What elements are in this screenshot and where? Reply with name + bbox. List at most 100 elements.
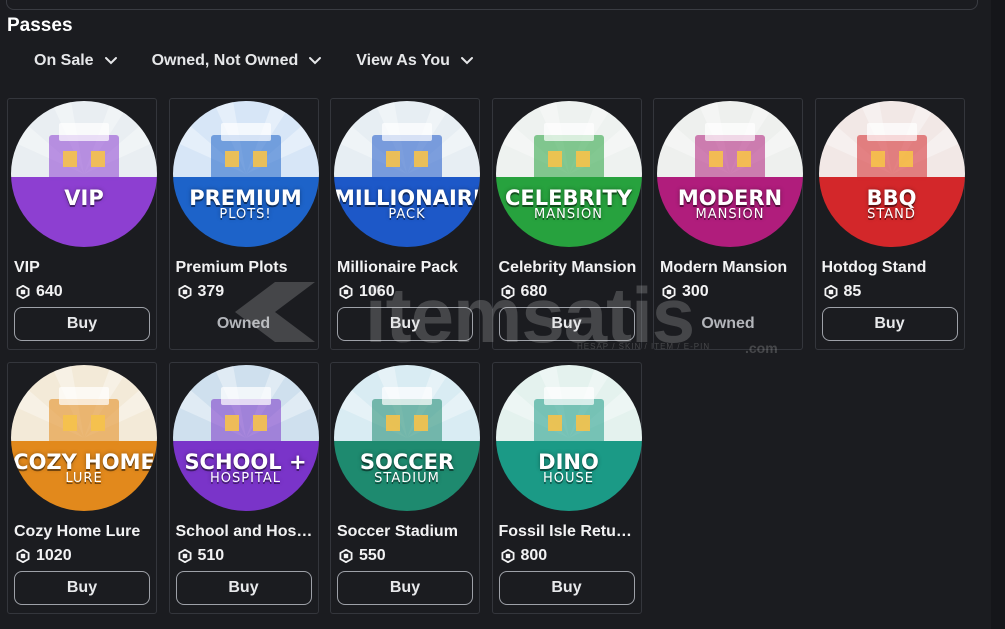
pass-card[interactable]: MODERN MANSION Modern Mansion 300 Owned (653, 98, 803, 350)
pass-art-title: CELEBRITY (504, 185, 632, 210)
pass-thumbnail[interactable]: DINO HOUSE (495, 365, 642, 511)
filter-label: On Sale (34, 52, 94, 69)
pass-name[interactable]: Soccer Stadium (337, 523, 475, 541)
robux-icon (662, 285, 676, 299)
owned-label: Owned (216, 315, 271, 332)
pass-name[interactable]: Hotdog Stand (822, 259, 960, 277)
pass-card[interactable]: SCHOOL + HOSPITAL School and Hosp... 510… (168, 362, 319, 614)
pass-price: 510 (178, 547, 224, 565)
scrollbar-track[interactable] (991, 0, 1005, 629)
chevron-down-icon (460, 57, 473, 65)
robux-icon (339, 549, 353, 563)
pass-name[interactable]: Cozy Home Lure (14, 523, 152, 541)
pass-price-value: 1060 (359, 283, 395, 300)
pass-art-title: VIP (64, 185, 104, 210)
pass-art-title: SOCCER (359, 449, 455, 474)
robux-icon (501, 549, 514, 563)
pass-price: 680 (501, 283, 548, 301)
buy-button[interactable]: Buy (498, 307, 635, 341)
robux-icon (178, 549, 191, 563)
pass-art-subtitle: STADIUM (374, 470, 440, 486)
pass-thumbnail[interactable]: CELEBRITY MANSION (495, 101, 642, 247)
pass-thumbnail[interactable]: SOCCER STADIUM (334, 365, 480, 511)
pass-art-subtitle: HOUSE (543, 470, 594, 486)
robux-icon (178, 285, 191, 299)
buy-button[interactable]: Buy (175, 571, 312, 605)
pass-art-title: COZY HOME (13, 449, 155, 474)
pass-price: 379 (178, 283, 224, 301)
pass-art-icon (495, 101, 642, 181)
pass-thumbnail[interactable]: MILLIONAIRE PACK (334, 101, 480, 247)
pass-thumbnail[interactable]: BBQ STAND (818, 101, 965, 247)
pass-art-icon (818, 101, 965, 181)
pass-price: 1060 (339, 283, 395, 301)
pass-art-subtitle: MANSION (534, 206, 603, 222)
pass-art-icon (334, 365, 480, 445)
pass-price-value: 1020 (36, 547, 72, 564)
pass-thumbnail[interactable]: VIP (11, 101, 157, 247)
buy-button[interactable]: Buy (821, 307, 958, 341)
robux-icon (339, 285, 353, 299)
pass-price-value: 550 (359, 547, 386, 564)
pass-art-title: MILLIONAIRE (334, 185, 480, 210)
section-title: Passes (7, 15, 73, 36)
pass-art-title: DINO (538, 449, 599, 474)
pass-art-icon (334, 101, 480, 181)
pass-thumbnail[interactable]: PREMIUM PLOTS! (172, 101, 319, 247)
robux-icon (824, 285, 837, 299)
pass-art-subtitle: PACK (388, 206, 426, 222)
pass-price-value: 300 (682, 283, 709, 300)
pass-name[interactable]: Millionaire Pack (337, 259, 475, 277)
filter-view-as[interactable]: View As You (356, 52, 474, 70)
pass-art-title: BBQ (866, 185, 917, 210)
pass-card[interactable]: VIP VIP 640 Buy (7, 98, 157, 350)
filter-ownership[interactable]: Owned, Not Owned (152, 52, 323, 70)
pass-card[interactable]: COZY HOME LURE Cozy Home Lure 1020 Buy (7, 362, 157, 614)
pass-card[interactable]: SOCCER STADIUM Soccer Stadium 550 Buy (330, 362, 480, 614)
buy-button[interactable]: Buy (14, 307, 150, 341)
pass-name[interactable]: Fossil Isle Return... (499, 523, 637, 541)
pass-thumbnail[interactable]: COZY HOME LURE (11, 365, 157, 511)
pass-card[interactable]: MILLIONAIRE PACK Millionaire Pack 1060 Bu… (330, 98, 480, 350)
robux-icon (501, 285, 514, 299)
pass-thumbnail[interactable]: MODERN MANSION (657, 101, 803, 247)
pass-price: 800 (501, 547, 548, 565)
pass-card[interactable]: BBQ STAND Hotdog Stand 85 Buy (814, 98, 965, 350)
pass-price-value: 800 (520, 547, 548, 564)
pass-art-icon (11, 101, 157, 181)
chevron-down-icon (104, 57, 117, 65)
pass-art-icon (657, 101, 803, 181)
pass-art-title: MODERN (677, 185, 783, 210)
owned-label: Owned (701, 315, 755, 332)
pass-card[interactable]: PREMIUM PLOTS! Premium Plots 379 Owned (168, 98, 319, 350)
pass-thumbnail[interactable]: SCHOOL + HOSPITAL (172, 365, 319, 511)
pass-art-subtitle: MANSION (695, 206, 765, 222)
filter-on-sale[interactable]: On Sale (34, 52, 118, 70)
buy-button[interactable]: Buy (337, 571, 473, 605)
pass-price: 300 (662, 283, 709, 301)
pass-card[interactable]: CELEBRITY MANSION Celebrity Mansion 680 B… (491, 98, 642, 350)
pass-art-subtitle: HOSPITAL (209, 470, 281, 486)
pass-name[interactable]: VIP (14, 259, 152, 277)
buy-button[interactable]: Buy (14, 571, 150, 605)
pass-name[interactable]: Premium Plots (176, 259, 314, 277)
passes-grid: VIP VIP 640 Buy PREMIUM PLOTS! Premium Pl… (7, 98, 965, 614)
pass-art-icon (172, 101, 319, 181)
filter-label: Owned, Not Owned (151, 52, 299, 69)
pass-price-value: 85 (843, 283, 862, 300)
pass-price: 640 (16, 283, 63, 301)
filter-bar: On Sale Owned, Not Owned View As You (34, 52, 508, 70)
pass-art-subtitle: LURE (65, 470, 103, 486)
previous-section-frame (6, 0, 978, 10)
pass-price: 550 (339, 547, 386, 565)
pass-name[interactable]: School and Hosp... (176, 523, 314, 541)
pass-art-subtitle: STAND (867, 206, 916, 222)
pass-name[interactable]: Celebrity Mansion (499, 259, 637, 277)
robux-icon (16, 549, 30, 563)
chevron-down-icon (309, 57, 322, 65)
buy-button[interactable]: Buy (337, 307, 473, 341)
pass-price-value: 680 (520, 283, 548, 300)
pass-card[interactable]: DINO HOUSE Fossil Isle Return... 800 Buy (491, 362, 642, 614)
buy-button[interactable]: Buy (498, 571, 635, 605)
pass-name[interactable]: Modern Mansion (660, 259, 798, 277)
